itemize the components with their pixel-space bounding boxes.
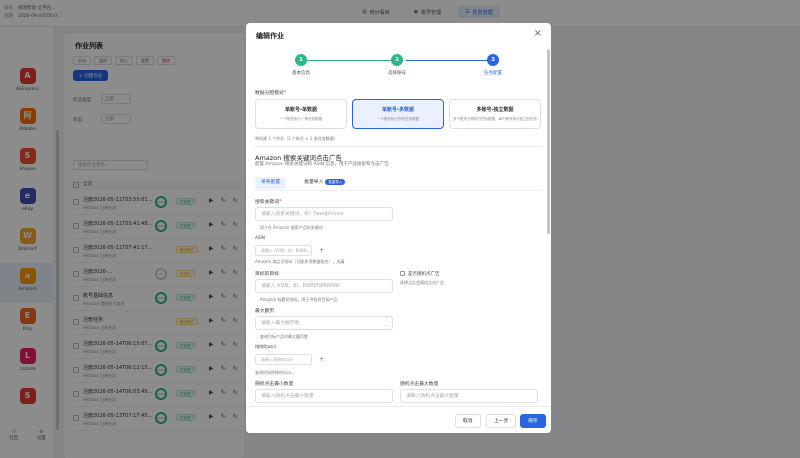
keyword-input[interactable]: 请输入搜索关键词，如：headphones [255, 207, 393, 221]
mode-title: 多账号-独立数据 [476, 107, 514, 113]
mode-label-text: 数据分配模式 [255, 91, 284, 96]
divider [255, 146, 542, 147]
random-ad-checkbox[interactable] [400, 271, 405, 276]
stepper: 1 基本信息 2 选择账号 3 任务配置 [246, 54, 551, 104]
random-ad-label: 是否随机点广告 [408, 272, 440, 277]
maxpage-input[interactable]: 请输入最大翻页数 [255, 316, 393, 330]
step-number: 1 [295, 54, 307, 66]
step-basic-info: 1 基本信息 [261, 54, 341, 76]
modal-footer: 取消 上一步 保存 [246, 406, 551, 433]
step-label: 基本信息 [292, 71, 310, 76]
exclude-label: 排除的asin [255, 344, 277, 349]
max-clicks-input[interactable]: 请输入随机点击最大数量 [400, 389, 538, 403]
target-hint: Amazon 标题识别码，用于寻找到目标产品 [260, 297, 338, 302]
exclude-asin-input[interactable]: 请输入排除的asin [255, 354, 312, 365]
selection-note: 将创建 1 个作业（1 个账号 × 1 条任务数据） [255, 136, 338, 141]
random-ad-hint: 选择之后会随机点击广告 [400, 280, 444, 285]
mode-options: 单账号-单数据 一个账号执行一条任务数据 单账号-多数据 一个账号执行所有任务数据 … [255, 99, 541, 129]
min-clicks-input[interactable]: 请输入随机点击最小数量 [255, 389, 393, 403]
max-label: 随机点击最大数量 [400, 382, 439, 387]
previous-step-button[interactable]: 上一步 [486, 414, 517, 428]
asin-hint: Amazon 商品识别码（可能多项数据组合），选填 [255, 259, 345, 264]
asin-label: ASIN [255, 235, 265, 240]
step-label: 任务配置 [484, 71, 502, 76]
section-desc: 配置 Amazon 搜索关键词和 ASIN 信息，用于产品搜索和点击广告 [255, 162, 389, 167]
edit-task-modal: 编辑作业 × 1 基本信息 2 选择账号 3 任务配置 数据分配模式* 单账号-… [246, 23, 551, 433]
keyword-hint: 用于在 Amazon 搜索产品的关键词 [260, 225, 323, 230]
badge: 批量导入 [325, 179, 346, 185]
keyword-label: 搜索关键词* [255, 200, 282, 205]
tab-single-config[interactable]: 单条配置 [255, 177, 287, 189]
step-task-config: 3 任务配置 [453, 54, 533, 76]
asin-input[interactable]: 请输入 ASIN，如：B08N... [255, 245, 312, 256]
mode-desc: 多个账号分别执行任务数据，每个账号执行独立的任务 [453, 117, 537, 121]
step-select-account: 2 选择账号 [357, 54, 437, 76]
exclude-hint: 查询时排除掉的asin， [255, 370, 296, 375]
step-number: 2 [391, 54, 403, 66]
mode-single-multi[interactable]: 单账号-多数据 一个账号执行所有任务数据 [352, 99, 444, 129]
modal-title: 编辑作业 [256, 32, 284, 40]
mode-title: 单账号-多数据 [381, 107, 415, 113]
mode-label: 数据分配模式* [255, 91, 287, 96]
mode-single-single[interactable]: 单账号-单数据 一个账号执行一条任务数据 [255, 99, 347, 129]
cancel-button[interactable]: 取消 [455, 414, 481, 428]
target-label: 目标的目标 [255, 272, 279, 277]
mode-desc: 一个账号执行所有任务数据 [377, 117, 419, 121]
stepper-arrows-icon[interactable]: ⌃ ⌄ [385, 316, 388, 328]
maxpage-label: 最大翻页 [255, 309, 275, 314]
tab-label: 批量导入 [304, 180, 324, 185]
step-number: 3 [487, 54, 499, 66]
maxpage-hint: 查询目标产品时最大翻页数 [260, 334, 308, 339]
keyword-label-text: 搜索关键词 [255, 200, 279, 205]
config-subtabs: 单条配置 批量导入 批量导入 [255, 177, 351, 189]
app-background: 版本 微领智能-全平台... 到期 2026-09-04T00:0... ▥ 统计看板… [0, 0, 800, 458]
min-label: 随机点击最小数量 [255, 382, 294, 387]
add-exclude-button[interactable]: + [317, 355, 326, 364]
mode-desc: 一个账号执行一条任务数据 [280, 117, 322, 121]
tab-batch-import[interactable]: 批量导入 批量导入 [298, 177, 351, 189]
divider [255, 190, 542, 191]
target-asin-input[interactable]: 请输入 ASIN，如：B08N5WRWNW [255, 279, 393, 293]
add-asin-button[interactable]: + [317, 246, 326, 255]
modal-scrollbar[interactable] [547, 49, 550, 234]
mode-title: 单账号-单数据 [284, 107, 318, 113]
modal-header: 编辑作业 × [246, 23, 551, 47]
save-button[interactable]: 保存 [520, 414, 546, 428]
step-label: 选择账号 [388, 71, 406, 76]
close-icon[interactable]: × [534, 28, 542, 39]
mode-multi-independent[interactable]: 多账号-独立数据多个账号分别执行任务数据，每个账号执行独立的任务 [449, 99, 541, 129]
